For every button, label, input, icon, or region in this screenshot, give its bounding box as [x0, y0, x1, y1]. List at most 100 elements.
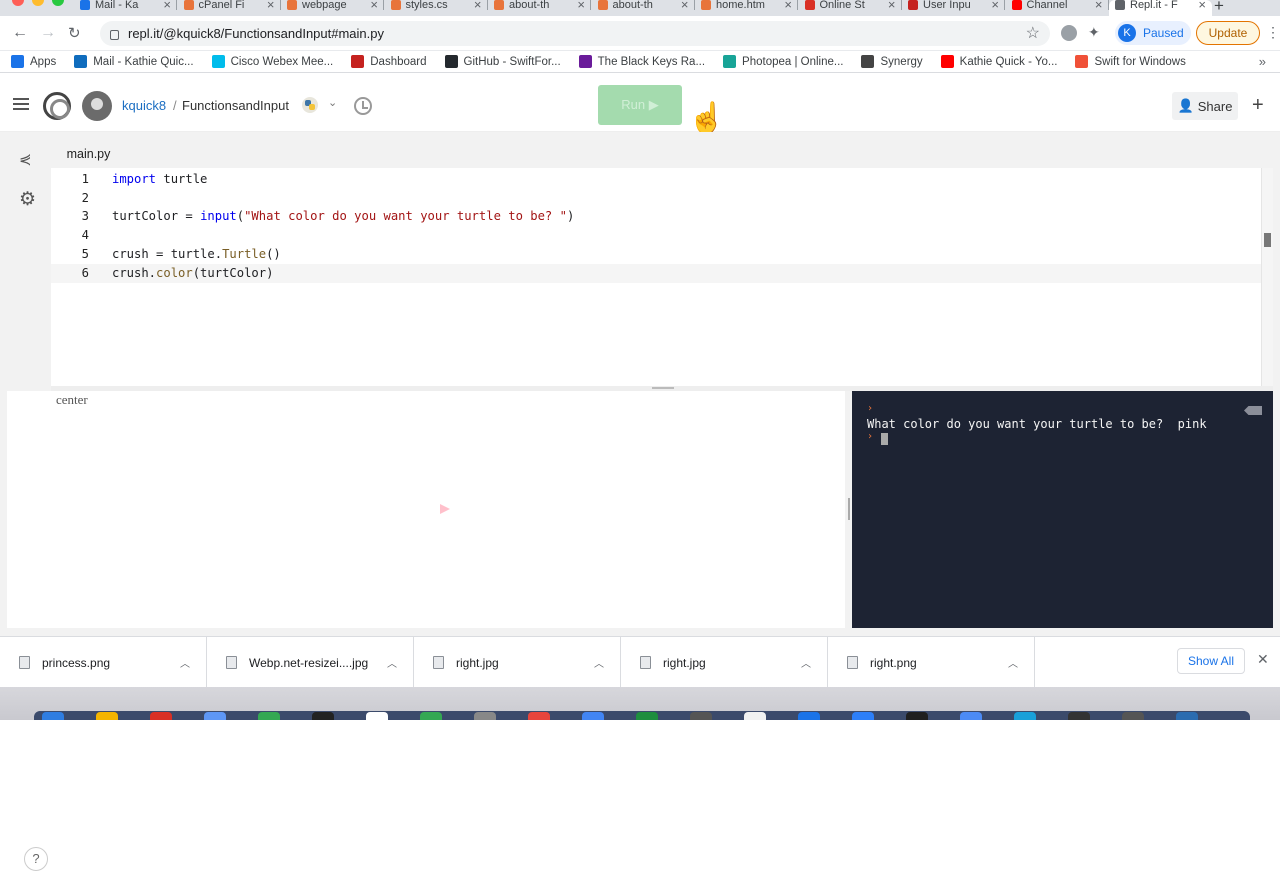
- tab-close-icon[interactable]: ×: [888, 0, 896, 11]
- project-name[interactable]: FunctionsandInput: [182, 98, 289, 113]
- tab-close-icon[interactable]: ×: [474, 0, 482, 11]
- code-line[interactable]: 2: [51, 189, 1261, 208]
- dock-app-icon[interactable]: [636, 712, 658, 720]
- close-icon[interactable]: ✕: [1257, 651, 1269, 668]
- download-item[interactable]: right.jpg ︿: [414, 637, 621, 688]
- code-line[interactable]: 4: [51, 226, 1261, 245]
- update-button[interactable]: Update: [1196, 21, 1260, 45]
- bookmark-item[interactable]: Photopea | Online...: [723, 55, 843, 68]
- chevron-up-icon[interactable]: ︿: [594, 655, 620, 670]
- zoom-window-button[interactable]: [52, 0, 64, 6]
- dock-app-icon[interactable]: [582, 712, 604, 720]
- user-avatar[interactable]: [82, 91, 112, 121]
- profile-button[interactable]: K Paused: [1115, 21, 1191, 45]
- help-button[interactable]: ?: [24, 847, 48, 871]
- username-link[interactable]: kquick8: [122, 98, 166, 113]
- dock-app-icon[interactable]: [258, 712, 280, 720]
- tab-close-icon[interactable]: ×: [1095, 0, 1103, 11]
- download-item[interactable]: Webp.net-resizei....jpg ︿: [207, 637, 414, 688]
- dock-app-icon[interactable]: [744, 712, 766, 720]
- dock-app-icon[interactable]: [96, 712, 118, 720]
- dock-app-icon[interactable]: [150, 712, 172, 720]
- bookmark-item[interactable]: Swift for Windows: [1075, 55, 1186, 68]
- share-nodes-icon[interactable]: ⋞: [19, 150, 32, 168]
- reload-icon[interactable]: ↻: [68, 24, 81, 42]
- tab-close-icon[interactable]: ×: [681, 0, 689, 11]
- bookmark-item[interactable]: The Black Keys Ra...: [578, 55, 705, 68]
- extension-icon[interactable]: [1061, 25, 1077, 41]
- address-bar[interactable]: repl.it/@kquick8/FunctionsandInput#main.…: [100, 21, 1050, 46]
- editor-scrollbar[interactable]: [1261, 168, 1273, 386]
- dock-app-icon[interactable]: [1068, 712, 1090, 720]
- download-item[interactable]: princess.png ︿: [0, 637, 207, 688]
- bookmark-item[interactable]: Cisco Webex Mee...: [211, 55, 333, 68]
- minimize-window-button[interactable]: [32, 0, 44, 6]
- back-arrow-icon[interactable]: ←: [12, 24, 28, 42]
- splitter-grip-vertical[interactable]: [848, 498, 850, 520]
- dock-app-icon[interactable]: [906, 712, 928, 720]
- bookmark-item[interactable]: Kathie Quick - Yo...: [940, 55, 1057, 68]
- scrollbar-thumb[interactable]: [1264, 233, 1271, 247]
- download-item[interactable]: right.jpg ︿: [621, 637, 828, 688]
- tab-main-py[interactable]: main.py: [52, 144, 125, 168]
- tab-close-icon[interactable]: ×: [267, 0, 275, 11]
- browser-tab[interactable]: home.htm ×: [695, 0, 798, 16]
- chevron-up-icon[interactable]: ︿: [801, 655, 827, 670]
- console[interactable]: › What color do you want your turtle to …: [852, 391, 1273, 628]
- dock-app-icon[interactable]: [1014, 712, 1036, 720]
- browser-menu-icon[interactable]: ⋮: [1266, 24, 1280, 41]
- dock-app-icon[interactable]: [204, 712, 226, 720]
- replit-logo[interactable]: [43, 92, 71, 120]
- dock-app-icon[interactable]: [1122, 712, 1144, 720]
- dock-app-icon[interactable]: [798, 712, 820, 720]
- browser-tab[interactable]: about-th ×: [488, 0, 591, 16]
- dock-app-icon[interactable]: [474, 712, 496, 720]
- hamburger-menu-icon[interactable]: [13, 98, 29, 110]
- code-editor[interactable]: 1 import turtle 2 3 turtColor = input("What …: [51, 168, 1273, 386]
- show-all-button[interactable]: Show All: [1177, 648, 1245, 674]
- download-item[interactable]: right.png ︿: [828, 637, 1035, 688]
- tab-close-icon[interactable]: ×: [784, 0, 792, 11]
- browser-tab[interactable]: Repl.it - F ×: [1109, 0, 1212, 16]
- dock-app-icon[interactable]: [312, 712, 334, 720]
- bookmark-item[interactable]: Apps: [11, 55, 56, 68]
- close-window-button[interactable]: [12, 0, 24, 6]
- dock-app-icon[interactable]: [420, 712, 442, 720]
- chevron-up-icon[interactable]: ︿: [387, 655, 413, 670]
- browser-tab[interactable]: Channel ×: [1006, 0, 1109, 16]
- tab-close-icon[interactable]: ×: [163, 0, 171, 11]
- code-line[interactable]: 6 crush.color(turtColor): [51, 263, 1261, 283]
- browser-tab[interactable]: cPanel Fi ×: [178, 0, 281, 16]
- run-button[interactable]: Run ▶: [598, 85, 682, 125]
- chevron-down-icon[interactable]: ⌄: [328, 96, 337, 109]
- code-line[interactable]: 5 crush = turtle.Turtle(): [51, 245, 1261, 264]
- bookmark-item[interactable]: GitHub - SwiftFor...: [444, 55, 561, 68]
- splitter-grip[interactable]: [652, 387, 674, 389]
- browser-tab[interactable]: webpage ×: [281, 0, 384, 16]
- bookmark-item[interactable]: Dashboard: [351, 55, 427, 68]
- share-button[interactable]: 👤 Share: [1172, 92, 1238, 120]
- dock-app-icon[interactable]: [366, 712, 388, 720]
- bookmark-item[interactable]: Synergy: [861, 55, 923, 68]
- bookmark-item[interactable]: Mail - Kathie Quic...: [74, 55, 194, 68]
- add-icon[interactable]: +: [1252, 94, 1264, 117]
- tab-close-icon[interactable]: ×: [1198, 0, 1206, 11]
- dock-app-icon[interactable]: [852, 712, 874, 720]
- settings-gear-icon[interactable]: ⚙: [19, 188, 36, 211]
- dock-app-icon[interactable]: [42, 712, 64, 720]
- browser-tab[interactable]: styles.cs ×: [385, 0, 488, 16]
- tab-close-icon[interactable]: ×: [577, 0, 585, 11]
- python-language-icon[interactable]: [302, 97, 318, 113]
- dock-app-icon[interactable]: [528, 712, 550, 720]
- bookmark-star-icon[interactable]: ☆: [1026, 23, 1040, 43]
- chevron-up-icon[interactable]: ︿: [1008, 655, 1034, 670]
- history-icon[interactable]: [354, 97, 372, 115]
- dock-app-icon[interactable]: [690, 712, 712, 720]
- address-url[interactable]: repl.it/@kquick8/FunctionsandInput#main.…: [128, 26, 384, 41]
- code-line[interactable]: 3 turtColor = input("What color do you wa…: [51, 207, 1261, 226]
- tab-close-icon[interactable]: ×: [991, 0, 999, 11]
- dock-app-icon[interactable]: [960, 712, 982, 720]
- browser-tab[interactable]: Online St ×: [799, 0, 902, 16]
- browser-tab[interactable]: User Inpu ×: [902, 0, 1005, 16]
- new-tab-button[interactable]: +: [1214, 0, 1224, 16]
